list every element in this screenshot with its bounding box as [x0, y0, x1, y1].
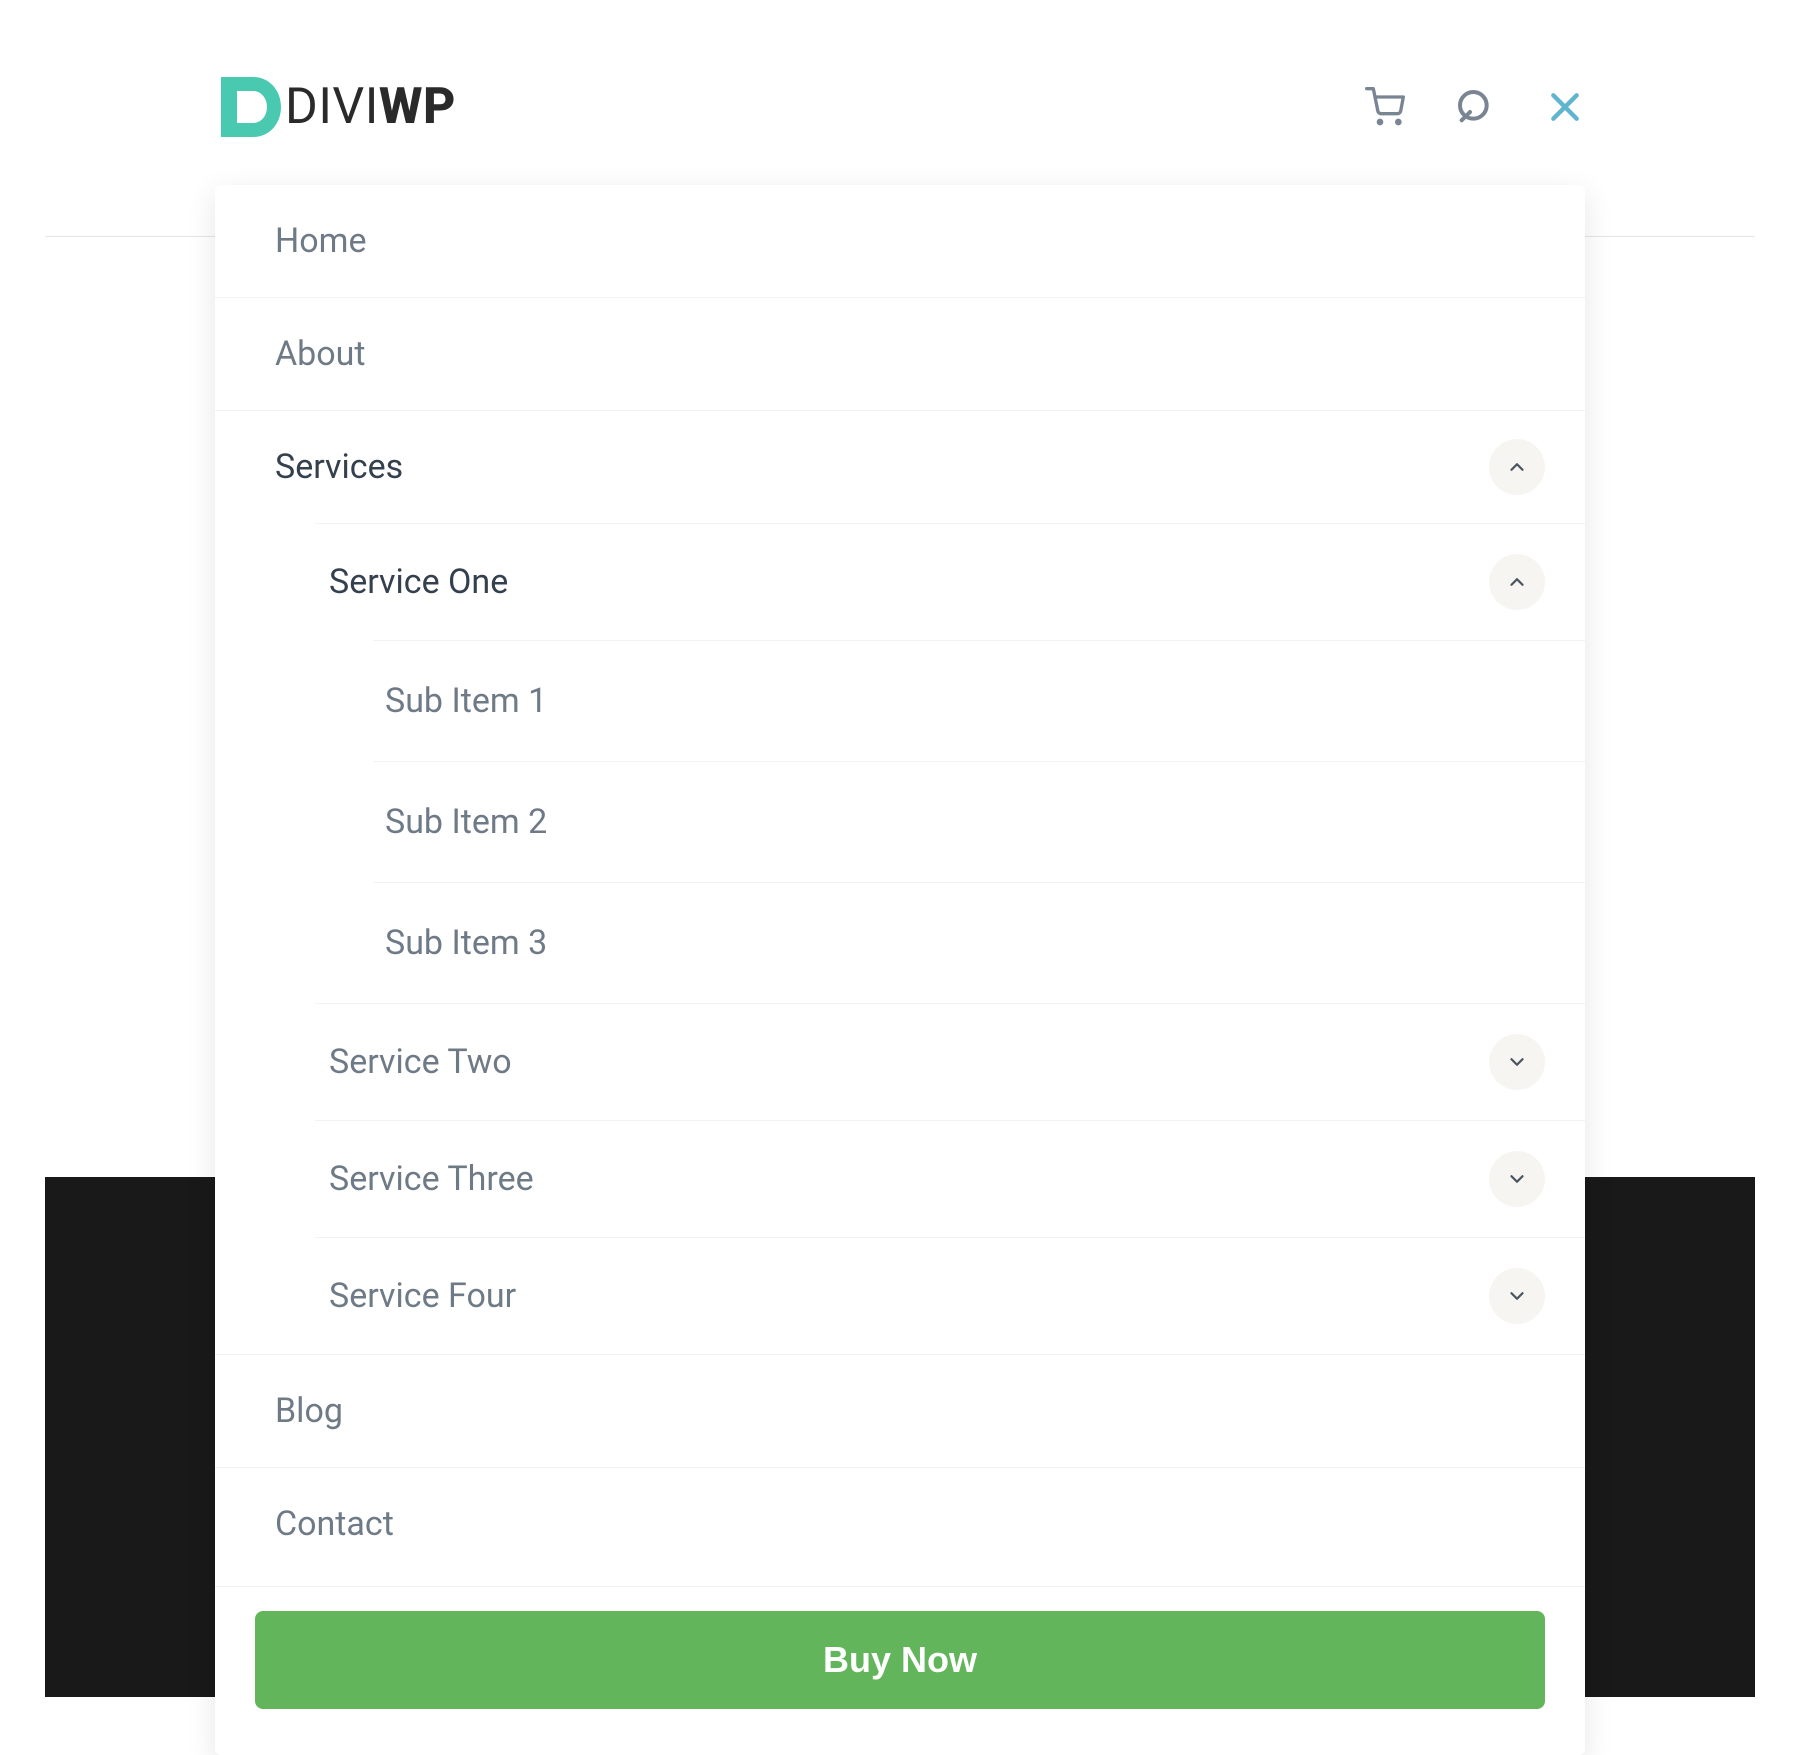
menu-item-contact[interactable]: Contact: [215, 1468, 1585, 1580]
buy-now-button[interactable]: Buy Now: [255, 1611, 1545, 1709]
menu-item-label: Sub Item 2: [385, 802, 547, 842]
chevron-down-icon[interactable]: [1489, 1151, 1545, 1207]
close-icon[interactable]: [1545, 87, 1585, 127]
search-icon[interactable]: [1455, 87, 1495, 127]
menu-item-label: Sub Item 1: [385, 681, 547, 721]
chevron-down-icon[interactable]: [1489, 1268, 1545, 1324]
menu-item-blog[interactable]: Blog: [215, 1355, 1585, 1468]
site-logo[interactable]: DIVIWP: [215, 71, 456, 143]
cart-icon[interactable]: [1365, 87, 1405, 127]
menu-item-label: About: [275, 334, 366, 374]
menu-item-service-one[interactable]: Service One Sub Item 1 Sub Ite: [315, 523, 1585, 1004]
site-header: DIVIWP: [215, 69, 1585, 144]
menu-item-home[interactable]: Home: [215, 185, 1585, 298]
menu-item-sub-3[interactable]: Sub Item 3: [373, 883, 1585, 1003]
cta-wrapper: Buy Now: [215, 1586, 1585, 1709]
menu-item-label: Blog: [275, 1391, 343, 1431]
menu-item-service-three[interactable]: Service Three: [315, 1121, 1585, 1238]
chevron-down-icon[interactable]: [1489, 1034, 1545, 1090]
menu-item-services[interactable]: Services Service One: [215, 411, 1585, 1355]
menu-item-label: Home: [275, 221, 367, 261]
menu-item-label: Contact: [275, 1504, 394, 1544]
mobile-menu-panel: Home About Services: [215, 185, 1585, 1755]
menu-item-service-four[interactable]: Service Four: [315, 1238, 1585, 1354]
logo-text: DIVIWP: [285, 78, 456, 136]
chevron-up-icon[interactable]: [1489, 554, 1545, 610]
logo-mark-icon: [215, 71, 287, 143]
header-icon-group: [1365, 87, 1585, 127]
menu-item-label: Service Three: [329, 1159, 534, 1199]
submenu-services: Service One Sub Item 1 Sub Ite: [215, 523, 1585, 1354]
menu-item-about[interactable]: About: [215, 298, 1585, 411]
submenu-service-one: Sub Item 1 Sub Item 2 Sub Item 3: [315, 640, 1585, 1003]
menu-item-label: Service Four: [329, 1276, 516, 1316]
menu-item-sub-2[interactable]: Sub Item 2: [373, 762, 1585, 883]
menu-item-label: Sub Item 3: [385, 923, 547, 963]
menu-list: Home About Services: [215, 185, 1585, 1580]
menu-item-label: Services: [275, 447, 403, 487]
menu-item-label: Service One: [329, 562, 508, 602]
menu-item-sub-1[interactable]: Sub Item 1: [373, 640, 1585, 762]
menu-item-service-two[interactable]: Service Two: [315, 1004, 1585, 1121]
chevron-up-icon[interactable]: [1489, 439, 1545, 495]
menu-item-label: Service Two: [329, 1042, 512, 1082]
